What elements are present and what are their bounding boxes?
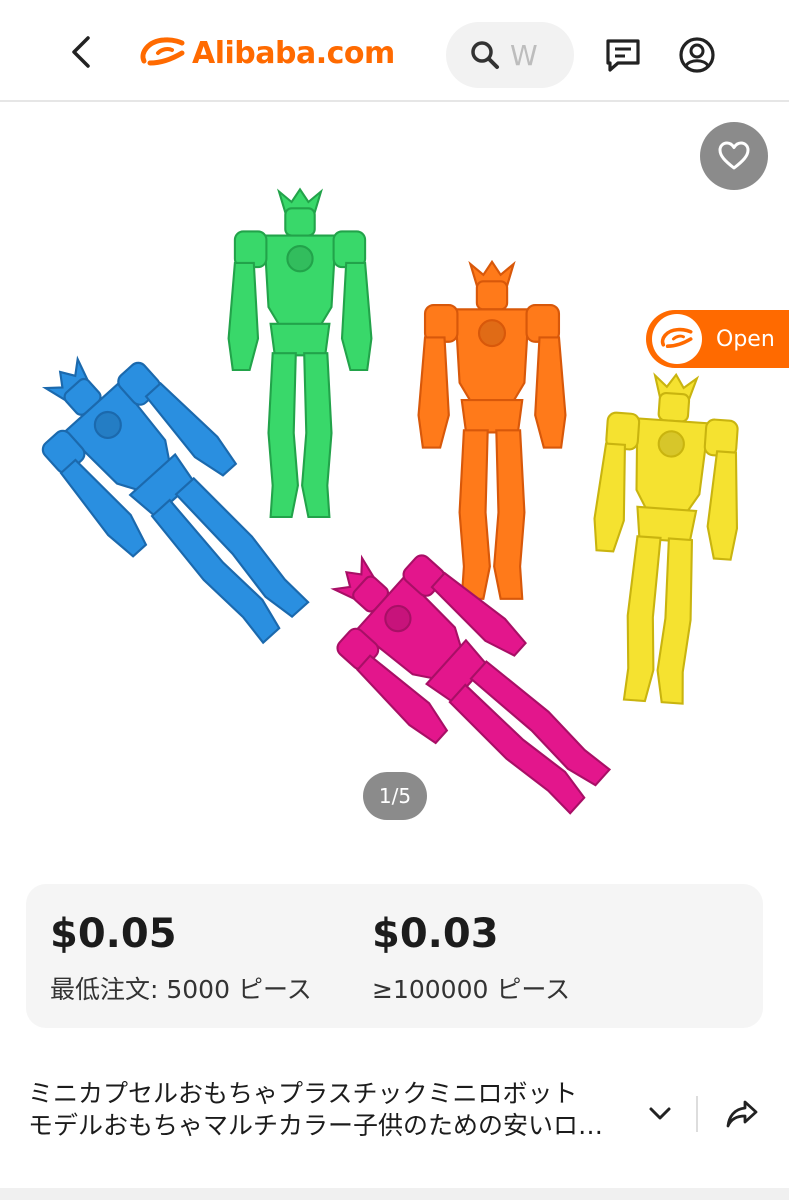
tier-price: $0.03 bbox=[372, 911, 499, 957]
share-button[interactable] bbox=[722, 1094, 762, 1134]
search-placeholder: W bbox=[510, 38, 538, 72]
tier-quantity: ≥100000 ピース bbox=[372, 975, 571, 1004]
brand-logo[interactable]: Alibaba.com bbox=[138, 30, 395, 76]
alibaba-logo-icon bbox=[140, 37, 185, 66]
expand-title-button[interactable] bbox=[642, 1096, 678, 1132]
tier-price: $0.05 bbox=[50, 911, 177, 957]
product-title-line: ミニカプセルおもちゃプラスチックミニロボット bbox=[28, 1079, 578, 1108]
back-button[interactable] bbox=[58, 28, 106, 76]
user-icon bbox=[679, 37, 715, 73]
chevron-left-icon bbox=[72, 36, 90, 68]
product-title-row: ミニカプセルおもちゃプラスチックミニロボット モデルおもちゃマルチカラー子供のた… bbox=[0, 1070, 789, 1170]
product-image bbox=[0, 104, 789, 864]
price-tiers-card: $0.05 最低注文: 5000 ピース $0.03 ≥100000 ピース bbox=[26, 884, 763, 1028]
tier-quantity: 最低注文: 5000 ピース bbox=[50, 975, 312, 1004]
divider bbox=[696, 1096, 698, 1132]
heart-icon bbox=[718, 141, 750, 170]
price-tier: $0.05 最低注文: 5000 ピース bbox=[50, 910, 312, 1006]
product-gallery[interactable]: Open 1/5 bbox=[0, 104, 789, 864]
brand-name: Alibaba.com bbox=[192, 35, 395, 71]
messages-button[interactable] bbox=[600, 32, 646, 78]
image-page-indicator: 1/5 bbox=[363, 772, 427, 820]
account-button[interactable] bbox=[674, 32, 720, 78]
search-input[interactable]: W bbox=[446, 22, 574, 88]
top-header: Alibaba.com W bbox=[0, 0, 789, 102]
price-tier: $0.03 ≥100000 ピース bbox=[372, 910, 570, 1006]
favorite-button[interactable] bbox=[700, 122, 768, 190]
message-icon bbox=[606, 39, 640, 72]
search-icon bbox=[471, 41, 499, 69]
product-title[interactable]: ミニカプセルおもちゃプラスチックミニロボット モデルおもちゃマルチカラー子供のた… bbox=[28, 1078, 638, 1142]
chevron-down-icon bbox=[649, 1107, 671, 1120]
product-title-line: モデルおもちゃマルチカラー子供のための安いロ… bbox=[28, 1111, 604, 1140]
bottom-divider bbox=[0, 1188, 789, 1200]
open-app-button[interactable]: Open bbox=[646, 310, 789, 368]
open-button-label: Open bbox=[716, 326, 775, 352]
alibaba-app-icon bbox=[652, 314, 702, 364]
share-icon bbox=[726, 1100, 758, 1128]
